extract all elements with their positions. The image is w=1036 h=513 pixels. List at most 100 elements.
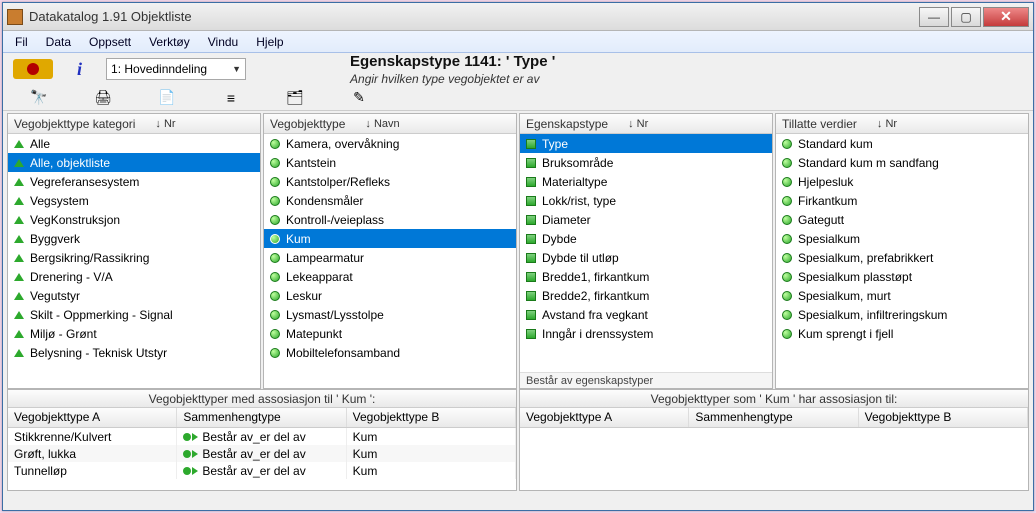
titlebar[interactable]: Datakatalog 1.91 Objektliste — ▢ ✕ [3, 3, 1033, 31]
list-item[interactable]: Alle [8, 134, 260, 153]
panel-prop-header[interactable]: Egenskapstype ↓ Nr [520, 114, 772, 134]
list-item[interactable]: Byggverk [8, 229, 260, 248]
menu-oppsett[interactable]: Oppsett [81, 33, 139, 51]
menu-verktøy[interactable]: Verktøy [141, 33, 198, 51]
column-header[interactable]: Vegobjekttype A [520, 408, 689, 427]
list-item[interactable]: Spesialkum, murt [776, 286, 1028, 305]
list-item[interactable]: Materialtype [520, 172, 772, 191]
list-item[interactable]: Kantstein [264, 153, 516, 172]
menu-hjelp[interactable]: Hjelp [248, 33, 291, 51]
list-item[interactable]: Hjelpesluk [776, 172, 1028, 191]
list-item[interactable]: Standard kum m sandfang [776, 153, 1028, 172]
tree-icon[interactable]: 🗂 [287, 90, 303, 106]
list-item[interactable]: Belysning - Teknisk Utstyr [8, 343, 260, 362]
list-category[interactable]: AlleAlle, objektlisteVegreferansesystemV… [8, 134, 260, 388]
list-item[interactable]: Miljø - Grønt [8, 324, 260, 343]
maximize-button[interactable]: ▢ [951, 7, 981, 27]
menu-vindu[interactable]: Vindu [200, 33, 246, 51]
bullet-icon [782, 215, 792, 225]
list-objtype[interactable]: Kamera, overvåkningKantstein Kantstolper/… [264, 134, 516, 388]
column-header[interactable]: Sammenhengtype [689, 408, 858, 427]
list-item[interactable]: Lampearmatur [264, 248, 516, 267]
division-combo[interactable]: 1: Hovedinndeling ▼ [106, 58, 246, 80]
list-item-label: Kum [286, 232, 311, 246]
bullet-icon [270, 272, 280, 282]
list-item[interactable]: VegKonstruksjon [8, 210, 260, 229]
panel-objtype: Vegobjekttype ↓ Navn Kamera, overvåkning… [263, 113, 517, 389]
list-item[interactable]: Bruksområde [520, 153, 772, 172]
list-item[interactable]: Spesialkum plasstøpt [776, 267, 1028, 286]
list-item[interactable]: Alle, objektliste [8, 153, 260, 172]
list-item[interactable]: Kondensmåler [264, 191, 516, 210]
table-row[interactable]: TunnelløpBestår av_er del avKum [8, 462, 516, 479]
list-item[interactable]: Kamera, overvåkning [264, 134, 516, 153]
bottom-left-cols[interactable]: Vegobjekttype ASammenhengtypeVegobjektty… [8, 408, 516, 428]
list-item[interactable]: Bredde1, firkantkum [520, 267, 772, 286]
column-header[interactable]: Vegobjekttype B [859, 408, 1028, 427]
print-icon[interactable]: 🖨 [95, 90, 111, 106]
list-item[interactable]: Avstand fra vegkant [520, 305, 772, 324]
list-allowed[interactable]: Standard kumStandard kum m sandfangHjelp… [776, 134, 1028, 388]
list-item[interactable]: Spesialkum [776, 229, 1028, 248]
bottom-right-body[interactable] [520, 428, 1028, 490]
panel-allowed-header[interactable]: Tillatte verdier ↓ Nr [776, 114, 1028, 134]
list-item[interactable]: Bergsikring/Rassikring [8, 248, 260, 267]
bullet-icon [270, 215, 280, 225]
table-cell: Består av_er del av [177, 462, 346, 479]
column-header[interactable]: Vegobjekttype B [347, 408, 516, 427]
list-item[interactable]: Firkantkum [776, 191, 1028, 210]
table-row[interactable]: Grøft, lukkaBestår av_er del avKum [8, 445, 516, 462]
list-item[interactable]: Skilt - Oppmerking - Signal [8, 305, 260, 324]
column-header[interactable]: Sammenhengtype [177, 408, 346, 427]
binoculars-icon[interactable]: 🔭 [31, 90, 47, 106]
list-item-label: Lekeapparat [286, 270, 353, 284]
menu-data[interactable]: Data [38, 33, 79, 51]
list-item[interactable]: Matepunkt [264, 324, 516, 343]
align-icon[interactable]: ≡ [223, 90, 239, 106]
list-item[interactable]: Dybde [520, 229, 772, 248]
table-cell: Består av_er del av [177, 428, 346, 445]
list-item-label: Lokk/rist, type [542, 194, 616, 208]
list-item[interactable]: Gategutt [776, 210, 1028, 229]
list-item[interactable]: Vegutstyr [8, 286, 260, 305]
list-item-label: Spesialkum, infiltreringskum [798, 308, 947, 322]
list-item[interactable]: Kum [264, 229, 516, 248]
list-item[interactable]: Standard kum [776, 134, 1028, 153]
panel-category-header[interactable]: Vegobjekttype kategori ↓ Nr [8, 114, 260, 134]
list-item[interactable]: Bredde2, firkantkum [520, 286, 772, 305]
table-row[interactable]: Stikkrenne/KulvertBestår av_er del avKum [8, 428, 516, 445]
minimize-button[interactable]: — [919, 7, 949, 27]
list-prop[interactable]: TypeBruksområdeMaterialtype Lokk/rist, ty… [520, 134, 772, 372]
list-item-label: Kantstolper/Refleks [286, 175, 390, 189]
list-item[interactable]: Spesialkum, prefabrikkert [776, 248, 1028, 267]
list-item[interactable]: Vegreferansesystem [8, 172, 260, 191]
bullet-icon [526, 329, 536, 339]
bottom-right-cols[interactable]: Vegobjekttype ASammenhengtypeVegobjektty… [520, 408, 1028, 428]
list-item[interactable]: Inngår i drenssystem [520, 324, 772, 343]
list-item[interactable]: Vegsystem [8, 191, 260, 210]
list-item[interactable]: Mobiltelefonsamband [264, 343, 516, 362]
menu-fil[interactable]: Fil [7, 33, 36, 51]
list-item[interactable]: Drenering - V/A [8, 267, 260, 286]
list-item[interactable]: Diameter [520, 210, 772, 229]
column-header[interactable]: Vegobjekttype A [8, 408, 177, 427]
list-item[interactable]: Kontroll-/veieplass [264, 210, 516, 229]
panel-objtype-header[interactable]: Vegobjekttype ↓ Navn [264, 114, 516, 134]
info-icon[interactable]: i [77, 59, 82, 80]
list-item[interactable]: Lysmast/Lysstolpe [264, 305, 516, 324]
panel-prop: Egenskapstype ↓ Nr TypeBruksområdeMateri… [519, 113, 773, 389]
list-item[interactable]: Kum sprengt i fjell [776, 324, 1028, 343]
new-doc-icon[interactable]: 📄 [159, 90, 175, 106]
list-item[interactable]: Dybde til utløp [520, 248, 772, 267]
list-item[interactable]: Type [520, 134, 772, 153]
list-item[interactable]: Kantstolper/Refleks [264, 172, 516, 191]
list-item[interactable]: Lekeapparat [264, 267, 516, 286]
list-item[interactable]: Leskur [264, 286, 516, 305]
bullet-icon [782, 234, 792, 244]
close-button[interactable]: ✕ [983, 7, 1029, 27]
bottom-left-body[interactable]: Stikkrenne/KulvertBestår av_er del avKum… [8, 428, 516, 490]
list-item[interactable]: Lokk/rist, type [520, 191, 772, 210]
list-item[interactable]: Spesialkum, infiltreringskum [776, 305, 1028, 324]
pencil-icon[interactable]: ✎ [351, 90, 367, 106]
bullet-icon [782, 272, 792, 282]
